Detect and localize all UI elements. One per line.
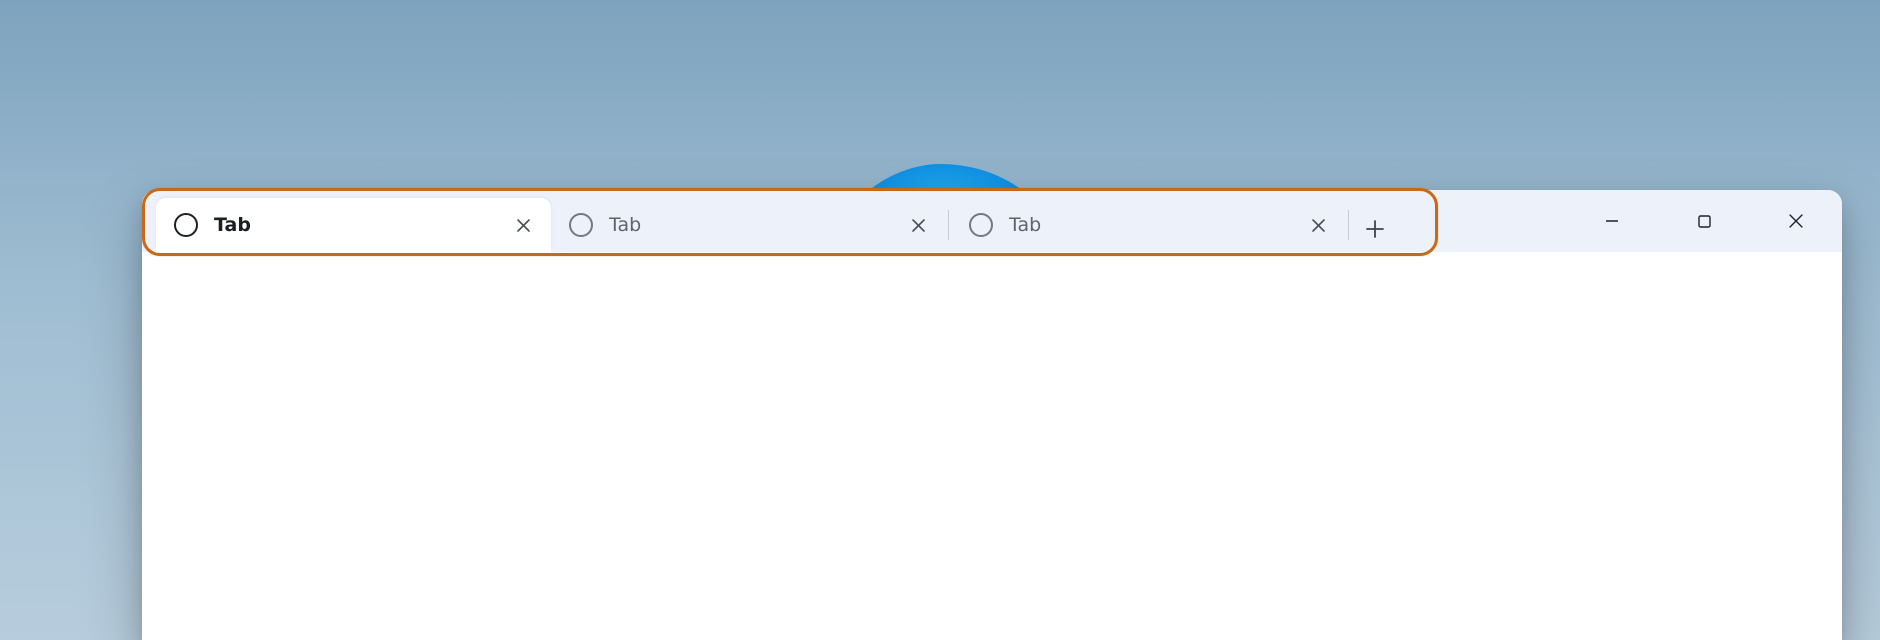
titlebar-drag-region[interactable] <box>1399 190 1566 252</box>
tab-separator <box>948 210 949 240</box>
favicon-placeholder-icon <box>969 213 993 237</box>
maximize-icon <box>1697 214 1712 229</box>
tab-label: Tab <box>1009 214 1304 236</box>
new-tab-button[interactable] <box>1351 206 1399 252</box>
page-content <box>142 252 1842 640</box>
close-tab-button[interactable] <box>509 211 537 239</box>
favicon-placeholder-icon <box>174 213 198 237</box>
close-icon <box>516 218 531 233</box>
close-icon <box>1311 218 1326 233</box>
favicon-placeholder-icon <box>569 213 593 237</box>
close-icon <box>911 218 926 233</box>
minimize-icon <box>1604 213 1620 229</box>
maximize-button[interactable] <box>1658 190 1750 252</box>
window-caption-buttons <box>1566 190 1842 252</box>
close-tab-button[interactable] <box>904 211 932 239</box>
tab-active[interactable]: Tab <box>156 198 551 252</box>
tab-inactive[interactable]: Tab <box>551 198 946 252</box>
tab-label: Tab <box>609 214 904 236</box>
tab-inactive[interactable]: Tab <box>951 198 1346 252</box>
titlebar[interactable]: Tab Tab Tab <box>142 190 1842 252</box>
tab-label: Tab <box>214 214 509 236</box>
tab-strip: Tab Tab Tab <box>142 190 1399 252</box>
close-icon <box>1788 213 1804 229</box>
minimize-button[interactable] <box>1566 190 1658 252</box>
plus-icon <box>1366 220 1384 238</box>
close-tab-button[interactable] <box>1304 211 1332 239</box>
tab-separator <box>1348 210 1349 240</box>
close-window-button[interactable] <box>1750 190 1842 252</box>
browser-window: Tab Tab Tab <box>142 190 1842 640</box>
